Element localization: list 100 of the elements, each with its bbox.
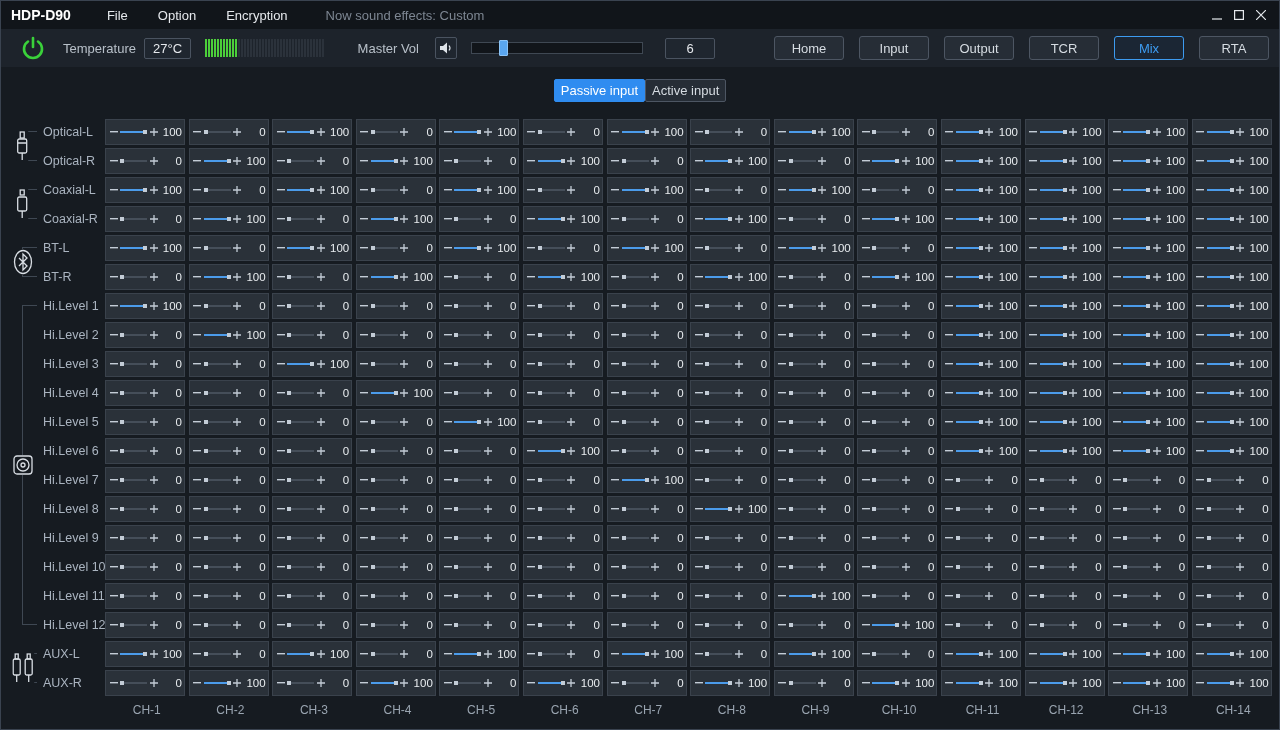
slider-thumb[interactable] — [978, 419, 983, 424]
increase-button[interactable] — [232, 502, 242, 515]
slider-thumb[interactable] — [1062, 390, 1067, 395]
slider-thumb[interactable] — [370, 622, 375, 627]
increase-button[interactable] — [316, 473, 326, 486]
slider-thumb[interactable] — [1039, 477, 1044, 482]
mix-slider[interactable] — [955, 478, 983, 481]
slider-thumb[interactable] — [1123, 622, 1128, 627]
slider-thumb[interactable] — [872, 303, 877, 308]
slider-thumb[interactable] — [120, 622, 124, 627]
slider-thumb[interactable] — [203, 506, 208, 511]
increase-button[interactable] — [483, 647, 493, 660]
mix-slider[interactable] — [1123, 246, 1151, 249]
increase-button[interactable] — [1068, 589, 1078, 602]
increase-button[interactable] — [817, 212, 827, 225]
mix-slider[interactable] — [370, 275, 398, 278]
slider-thumb[interactable] — [560, 216, 565, 221]
slider-thumb[interactable] — [955, 593, 960, 598]
mix-slider[interactable] — [287, 362, 315, 365]
increase-button[interactable] — [817, 560, 827, 573]
slider-thumb[interactable] — [287, 477, 292, 482]
mix-slider[interactable] — [1206, 246, 1234, 249]
mix-slider[interactable] — [788, 420, 816, 423]
mix-slider[interactable] — [1123, 565, 1151, 568]
increase-button[interactable] — [650, 299, 660, 312]
mix-slider[interactable] — [370, 536, 398, 539]
increase-button[interactable] — [316, 676, 326, 689]
mix-slider[interactable] — [621, 275, 649, 278]
slider-thumb[interactable] — [644, 477, 649, 482]
slider-thumb[interactable] — [537, 361, 542, 366]
mix-slider[interactable] — [370, 681, 398, 684]
mix-slider[interactable] — [872, 217, 900, 220]
mix-slider[interactable] — [872, 420, 900, 423]
increase-button[interactable] — [316, 444, 326, 457]
slider-thumb[interactable] — [1146, 187, 1151, 192]
increase-button[interactable] — [984, 357, 994, 370]
mix-slider[interactable] — [537, 275, 565, 278]
slider-thumb[interactable] — [811, 593, 816, 598]
slider-thumb[interactable] — [811, 129, 816, 134]
mix-slider[interactable] — [1206, 594, 1234, 597]
mix-slider[interactable] — [1206, 333, 1234, 336]
increase-button[interactable] — [817, 183, 827, 196]
mix-slider[interactable] — [120, 536, 147, 539]
slider-thumb[interactable] — [203, 303, 208, 308]
increase-button[interactable] — [901, 531, 911, 544]
mix-slider[interactable] — [872, 623, 900, 626]
slider-thumb[interactable] — [788, 274, 793, 279]
increase-button[interactable] — [149, 183, 158, 196]
mix-slider[interactable] — [1123, 362, 1151, 365]
mix-slider[interactable] — [955, 130, 983, 133]
mix-slider[interactable] — [454, 333, 482, 336]
increase-button[interactable] — [901, 589, 911, 602]
mix-slider[interactable] — [872, 188, 900, 191]
mix-slider[interactable] — [955, 159, 983, 162]
increase-button[interactable] — [566, 560, 576, 573]
slider-thumb[interactable] — [872, 477, 877, 482]
increase-button[interactable] — [1068, 241, 1078, 254]
mix-slider[interactable] — [454, 130, 482, 133]
mix-slider[interactable] — [705, 362, 733, 365]
mix-slider[interactable] — [872, 246, 900, 249]
slider-thumb[interactable] — [477, 651, 482, 656]
increase-button[interactable] — [1152, 415, 1162, 428]
mix-slider[interactable] — [1039, 391, 1067, 394]
slider-thumb[interactable] — [370, 303, 375, 308]
mix-slider[interactable] — [621, 159, 649, 162]
slider-thumb[interactable] — [811, 651, 816, 656]
increase-button[interactable] — [1235, 676, 1245, 689]
slider-thumb[interactable] — [788, 303, 793, 308]
mix-slider[interactable] — [621, 304, 649, 307]
slider-thumb[interactable] — [226, 216, 231, 221]
increase-button[interactable] — [1152, 270, 1162, 283]
mix-slider[interactable] — [370, 623, 398, 626]
slider-thumb[interactable] — [788, 506, 793, 511]
increase-button[interactable] — [817, 241, 827, 254]
mix-slider[interactable] — [872, 478, 900, 481]
increase-button[interactable] — [734, 647, 744, 660]
increase-button[interactable] — [566, 328, 576, 341]
increase-button[interactable] — [566, 473, 576, 486]
mix-slider[interactable] — [454, 362, 482, 365]
mix-slider[interactable] — [788, 362, 816, 365]
mix-slider[interactable] — [1123, 681, 1151, 684]
mix-slider[interactable] — [454, 159, 482, 162]
increase-button[interactable] — [1235, 502, 1245, 515]
slider-thumb[interactable] — [1229, 129, 1234, 134]
slider-thumb[interactable] — [287, 593, 292, 598]
slider-thumb[interactable] — [203, 245, 208, 250]
mix-slider[interactable] — [287, 246, 315, 249]
increase-button[interactable] — [1235, 647, 1245, 660]
slider-thumb[interactable] — [287, 535, 292, 540]
increase-button[interactable] — [817, 589, 827, 602]
slider-thumb[interactable] — [454, 448, 459, 453]
mix-slider[interactable] — [120, 188, 147, 191]
increase-button[interactable] — [650, 270, 660, 283]
increase-button[interactable] — [399, 154, 409, 167]
mix-slider[interactable] — [1206, 478, 1234, 481]
mix-slider[interactable] — [872, 594, 900, 597]
increase-button[interactable] — [650, 357, 660, 370]
increase-button[interactable] — [901, 502, 911, 515]
slider-thumb[interactable] — [287, 448, 292, 453]
slider-thumb[interactable] — [705, 448, 710, 453]
